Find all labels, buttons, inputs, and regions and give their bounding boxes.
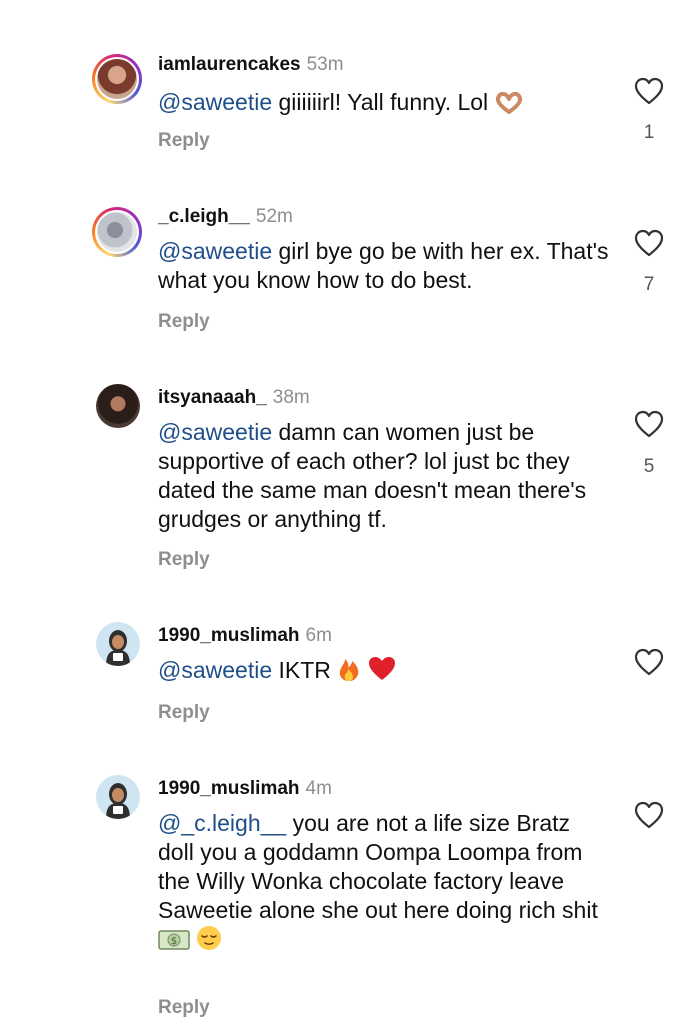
comment-body: IKTR [278,657,331,683]
username[interactable]: itsyanaaah_ [158,387,267,408]
comment-time: 52m [255,206,293,227]
mention-link[interactable]: @saweetie [158,657,272,683]
username[interactable]: 1990_muslimah [158,625,300,646]
comment-header: 1990_muslimah 6m [158,625,332,647]
comment-text: @_c.leigh__ you are not a life size Brat… [158,809,598,958]
comment-time: 4m [305,778,332,799]
comment-time: 6m [305,625,332,646]
heart-outline-icon[interactable] [634,229,664,257]
comment-header: _c.leigh__ 52m [158,206,293,228]
svg-text:$: $ [171,936,177,947]
reply-button[interactable]: Reply [158,549,210,571]
comment-text: @saweetie girl bye go be with her ex. Th… [158,237,618,295]
heart-outline-icon[interactable] [634,77,664,105]
money-emoji: $ [158,929,190,958]
reply-button[interactable]: Reply [158,311,210,333]
avatar[interactable] [96,775,140,819]
username[interactable]: _c.leigh__ [158,206,250,227]
comment-time: 53m [306,54,344,75]
heart-outline-icon[interactable] [634,648,664,676]
heart-outline-icon[interactable] [634,801,664,829]
username[interactable]: 1990_muslimah [158,778,300,799]
username[interactable]: iamlaurencakes [158,54,301,75]
mention-link[interactable]: @saweetie [158,89,272,115]
mention-link[interactable]: @saweetie [158,419,272,445]
like-count: 5 [643,456,655,477]
comment-body: giiiiiirl! Yall funny. Lol [278,89,489,115]
comment-text: @saweetie giiiiiirl! Yall funny. Lol [158,88,618,121]
reply-button[interactable]: Reply [158,702,210,724]
reply-button[interactable]: Reply [158,130,210,152]
comments-thread: iamlaurencakes 53m @saweetie giiiiiirl! Y… [0,0,699,1024]
comment-text: @saweetie IKTR [158,656,618,689]
comment-header: iamlaurencakes 53m [158,54,344,76]
fire-emoji [337,656,361,689]
avatar[interactable] [96,384,140,428]
avatar[interactable] [92,54,142,104]
comment-header: itsyanaaah_ 38m [158,387,310,409]
relieved-face-emoji [196,925,222,958]
mention-link[interactable]: @saweetie [158,238,272,264]
heart-outline-icon[interactable] [634,410,664,438]
like-count: 7 [643,274,655,295]
reply-button[interactable]: Reply [158,997,210,1019]
heart-hands-emoji [495,91,523,121]
bitmoji-avatar-icon [106,783,130,819]
avatar[interactable] [92,207,142,257]
like-count: 1 [643,122,655,143]
mention-link[interactable]: @_c.leigh__ [158,810,286,836]
avatar[interactable] [96,622,140,666]
comment-header: 1990_muslimah 4m [158,778,332,800]
comment-text: @saweetie damn can women just be support… [158,418,598,534]
comment-time: 38m [272,387,310,408]
red-heart-emoji [368,656,396,689]
bitmoji-avatar-icon [106,630,130,666]
